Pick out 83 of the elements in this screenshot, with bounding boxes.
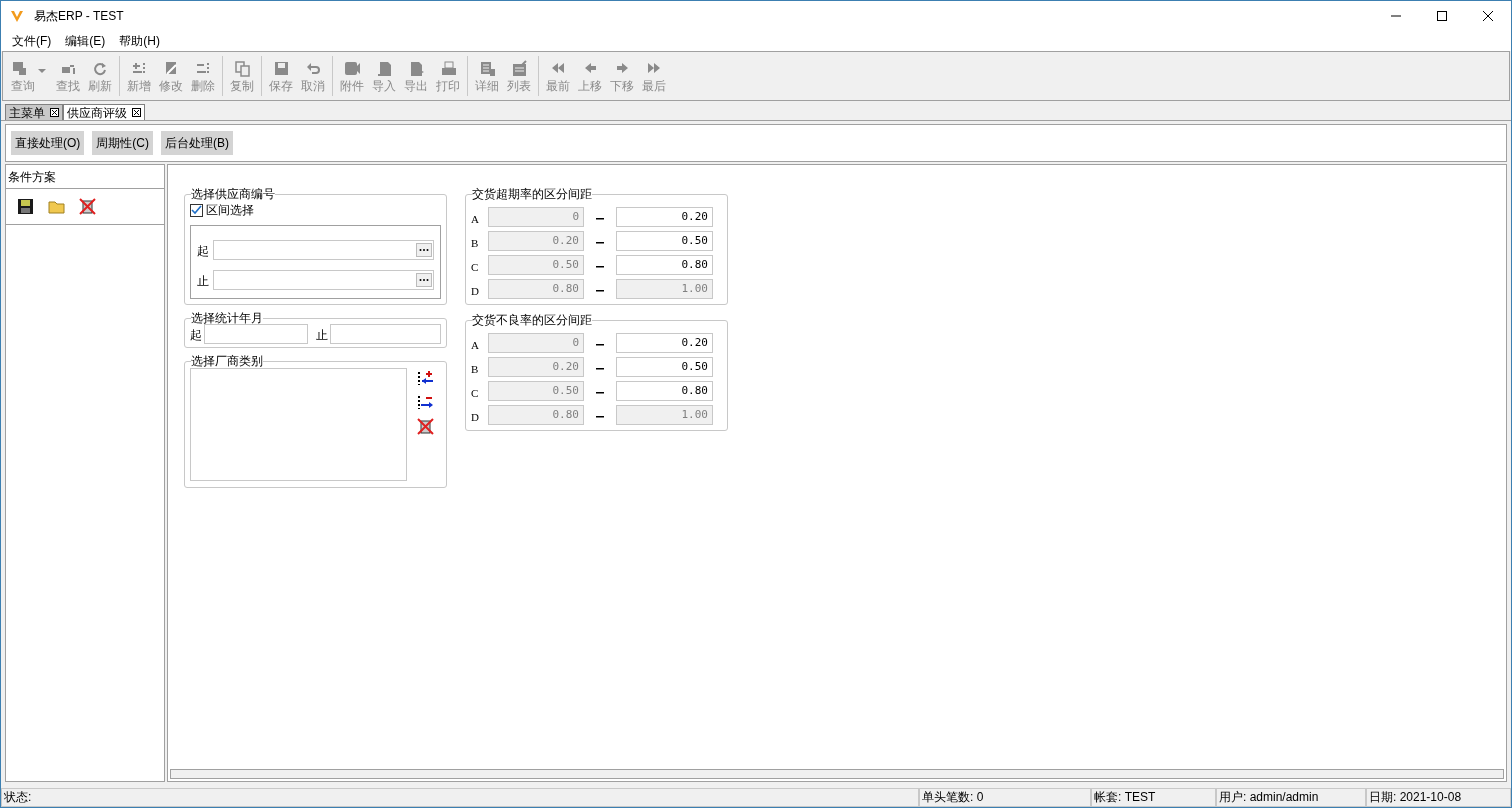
menu-item[interactable]: 编辑(E) xyxy=(59,32,112,50)
status-cell: 日期: 2021-10-08 xyxy=(1366,788,1511,807)
close-icon xyxy=(1481,9,1495,23)
window-title: 易杰ERP - TEST xyxy=(34,8,124,25)
range-field[interactable]: 0.80 xyxy=(616,255,713,275)
dash-icon xyxy=(596,415,604,418)
status-cell: 帐套: TEST xyxy=(1091,788,1216,807)
range-field: 1.00 xyxy=(616,279,713,299)
print-icon xyxy=(439,59,457,77)
close-icon xyxy=(50,108,59,117)
copy-icon xyxy=(233,59,251,77)
range-field: 1.00 xyxy=(616,405,713,425)
checkbox[interactable] xyxy=(190,203,203,217)
status-cell: 单头笔数: 0 xyxy=(919,788,1091,807)
tab[interactable]: 供应商评级 xyxy=(63,104,145,120)
action-button[interactable]: 直接处理(O) xyxy=(11,131,85,155)
detail-icon xyxy=(478,59,496,77)
ellipsis-icon xyxy=(416,243,432,257)
ellipsis-icon xyxy=(416,273,432,287)
field-label: 止 xyxy=(316,327,328,344)
status-cell: 状态: xyxy=(1,788,919,807)
camera-icon xyxy=(343,59,361,77)
group-title: 选择厂商类别 xyxy=(191,353,263,370)
group-title: 交货超期率的区分间距 xyxy=(472,186,592,203)
field-label: 止 xyxy=(197,273,210,290)
tab[interactable]: 主菜单 xyxy=(5,104,63,120)
grade-label: C xyxy=(471,385,480,401)
input-field[interactable] xyxy=(330,324,441,344)
group-title: 选择统计年月 xyxy=(191,310,263,327)
grade-label: C xyxy=(471,259,480,275)
add-item-icon xyxy=(417,370,434,387)
grade-label: B xyxy=(471,235,480,251)
field-label: 起 xyxy=(190,327,202,344)
grade-label: B xyxy=(471,361,480,377)
logo-icon xyxy=(10,9,24,23)
range-field[interactable]: 0.50 xyxy=(616,357,713,377)
menu-item[interactable]: 帮助(H) xyxy=(113,32,166,50)
save-icon xyxy=(272,59,290,77)
range-field: 0.20 xyxy=(488,357,584,377)
range-field: 0 xyxy=(488,333,584,353)
maximize-icon xyxy=(1435,9,1449,23)
dash-icon xyxy=(596,265,604,268)
dash-icon xyxy=(596,289,604,292)
range-field: 0 xyxy=(488,207,584,227)
delete-icon xyxy=(417,418,434,435)
list-box[interactable] xyxy=(190,368,407,481)
range-field: 0.20 xyxy=(488,231,584,251)
dash-icon xyxy=(596,217,604,220)
checkbox-label: 区间选择 xyxy=(206,202,254,219)
scrollbar[interactable] xyxy=(170,769,1504,779)
grade-label: D xyxy=(471,409,480,425)
import-icon xyxy=(375,59,393,77)
range-field: 0.80 xyxy=(488,279,584,299)
dash-icon xyxy=(596,343,604,346)
range-field[interactable]: 0.20 xyxy=(616,333,713,353)
range-field: 0.50 xyxy=(488,381,584,401)
range-field: 0.80 xyxy=(488,405,584,425)
grade-label: A xyxy=(471,337,480,353)
action-button[interactable]: 后台处理(B) xyxy=(161,131,233,155)
group-title: 选择供应商编号 xyxy=(191,186,275,203)
range-field[interactable]: 0.50 xyxy=(616,231,713,251)
range-field[interactable]: 0.20 xyxy=(616,207,713,227)
input-field[interactable] xyxy=(204,324,308,344)
grade-label: D xyxy=(471,283,480,299)
grade-label: A xyxy=(471,211,480,227)
save-icon xyxy=(17,198,34,215)
close-icon xyxy=(132,108,141,117)
remove-item-icon xyxy=(417,394,434,411)
range-field[interactable]: 0.80 xyxy=(616,381,713,401)
range-field: 0.50 xyxy=(488,255,584,275)
lookup-field[interactable] xyxy=(213,240,434,260)
folder-icon xyxy=(48,198,65,215)
delete-icon xyxy=(79,198,96,215)
dash-icon xyxy=(596,367,604,370)
action-button[interactable]: 周期性(C) xyxy=(92,131,153,155)
field-label: 起 xyxy=(197,243,210,260)
dash-icon xyxy=(596,241,604,244)
menu-item[interactable]: 文件(F) xyxy=(6,32,58,50)
group-title: 交货不良率的区分间距 xyxy=(472,312,592,329)
lookup-field[interactable] xyxy=(213,270,434,290)
list-icon xyxy=(510,59,528,77)
status-cell: 用户: admin/admin xyxy=(1216,788,1366,807)
dash-icon xyxy=(596,391,604,394)
